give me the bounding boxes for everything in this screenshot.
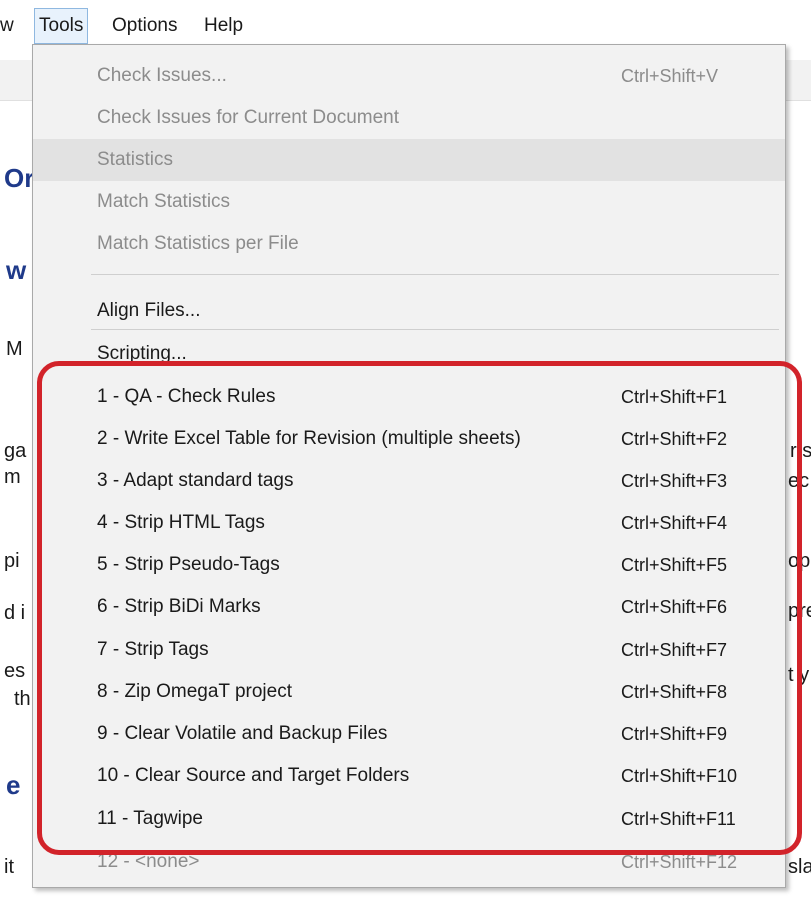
menu-item-label: 12 - <none> — [97, 851, 200, 872]
menu-item-label: Check Issues for Current Document — [97, 107, 400, 128]
background-text-fragment: sla — [788, 856, 811, 878]
background-text-fragment: pi — [4, 550, 20, 572]
menu-item-label: Statistics — [97, 149, 174, 170]
background-text-fragment: es — [4, 660, 26, 682]
menu-item-script-4[interactable]: 4 - Strip HTML Tags Ctrl+Shift+F4 — [33, 502, 785, 544]
menu-item-script-5[interactable]: 5 - Strip Pseudo-Tags Ctrl+Shift+F5 — [33, 544, 785, 586]
menu-item-shortcut: Ctrl+Shift+F5 — [621, 555, 728, 575]
menu-item-script-11[interactable]: 11 - Tagwipe Ctrl+Shift+F11 — [33, 798, 785, 840]
menu-item-shortcut: Ctrl+Shift+F8 — [621, 682, 728, 702]
background-text-fragment: d i — [4, 602, 26, 624]
menu-item-match-statistics-per-file[interactable]: Match Statistics per File — [33, 223, 785, 265]
background-text-fragment: pre — [788, 600, 811, 622]
background-text-fragment: op — [788, 550, 811, 572]
menu-item-script-8[interactable]: 8 - Zip OmegaT project Ctrl+Shift+F8 — [33, 671, 785, 713]
menu-item-statistics[interactable]: Statistics — [33, 139, 785, 181]
menu-item-label: 3 - Adapt standard tags — [97, 470, 294, 491]
menu-item-label: 6 - Strip BiDi Marks — [97, 596, 261, 617]
menu-item-scripting[interactable]: Scripting... — [33, 333, 785, 375]
menu-item-label: Align Files... — [97, 300, 201, 321]
background-text-fragment: ga — [4, 440, 27, 462]
background-heading-fragment: w — [6, 255, 27, 285]
background-heading-fragment: e — [6, 770, 21, 800]
menu-item-label: 9 - Clear Volatile and Backup Files — [97, 723, 388, 744]
menu-options[interactable]: Options — [108, 9, 181, 43]
menu-item-script-1[interactable]: 1 - QA - Check Rules Ctrl+Shift+F1 — [33, 376, 785, 418]
menu-item-label: 1 - QA - Check Rules — [97, 386, 276, 407]
background-text-fragment: r s — [790, 440, 811, 462]
menu-separator — [91, 329, 779, 330]
menu-tools[interactable]: Tools — [34, 8, 89, 44]
menu-item-script-12[interactable]: 12 - <none> Ctrl+Shift+F12 — [33, 841, 785, 883]
tools-dropdown-menu: Check Issues... Ctrl+Shift+V Check Issue… — [32, 44, 786, 888]
menu-item-script-10[interactable]: 10 - Clear Source and Target Folders Ctr… — [33, 755, 785, 797]
menu-item-label: 8 - Zip OmegaT project — [97, 681, 293, 702]
menu-item-script-2[interactable]: 2 - Write Excel Table for Revision (mult… — [33, 418, 785, 460]
background-text-fragment: ec — [788, 470, 810, 492]
menu-view-fragment[interactable]: w — [0, 9, 18, 43]
menu-item-shortcut: Ctrl+Shift+F9 — [621, 724, 728, 744]
menu-item-check-issues[interactable]: Check Issues... Ctrl+Shift+V — [33, 55, 785, 97]
menu-item-match-statistics[interactable]: Match Statistics — [33, 181, 785, 223]
menu-item-shortcut: Ctrl+Shift+F11 — [621, 809, 736, 829]
menu-item-script-9[interactable]: 9 - Clear Volatile and Backup Files Ctrl… — [33, 713, 785, 755]
menu-item-script-3[interactable]: 3 - Adapt standard tags Ctrl+Shift+F3 — [33, 460, 785, 502]
menu-item-label: 10 - Clear Source and Target Folders — [97, 765, 410, 786]
background-text-fragment: m — [4, 466, 21, 488]
menu-item-shortcut: Ctrl+Shift+F10 — [621, 766, 738, 786]
menu-item-label: 2 - Write Excel Table for Revision (mult… — [97, 428, 521, 449]
menu-item-shortcut: Ctrl+Shift+F1 — [621, 387, 728, 407]
menu-item-script-6[interactable]: 6 - Strip BiDi Marks Ctrl+Shift+F6 — [33, 586, 785, 628]
menu-item-label: 5 - Strip Pseudo-Tags — [97, 554, 280, 575]
menu-item-shortcut: Ctrl+Shift+F6 — [621, 597, 728, 617]
menu-item-label: Match Statistics — [97, 191, 231, 212]
menu-separator — [91, 274, 779, 275]
menu-item-label: 7 - Strip Tags — [97, 639, 209, 660]
menu-item-check-issues-current[interactable]: Check Issues for Current Document — [33, 97, 785, 139]
menu-item-label: 11 - Tagwipe — [97, 808, 203, 829]
menu-item-label: Check Issues... — [97, 65, 227, 86]
menu-item-shortcut: Ctrl+Shift+F2 — [621, 429, 728, 449]
background-text-fragment: it — [4, 856, 14, 878]
menu-item-shortcut: Ctrl+Shift+F3 — [621, 471, 728, 491]
menu-item-script-7[interactable]: 7 - Strip Tags Ctrl+Shift+F7 — [33, 629, 785, 671]
background-heading-fragment: Or — [4, 163, 35, 193]
menu-item-shortcut: Ctrl+Shift+F4 — [621, 513, 728, 533]
menu-item-shortcut: Ctrl+Shift+F7 — [621, 640, 728, 660]
menu-item-shortcut: Ctrl+Shift+F12 — [621, 852, 738, 872]
menu-item-label: 4 - Strip HTML Tags — [97, 512, 265, 533]
background-text-fragment: th — [14, 688, 31, 710]
background-text-fragment: t y — [788, 664, 810, 686]
menu-item-align-files[interactable]: Align Files... — [33, 290, 785, 332]
menu-help[interactable]: Help — [200, 9, 247, 43]
menu-item-shortcut: Ctrl+Shift+V — [621, 66, 719, 86]
menu-item-label: Match Statistics per File — [97, 233, 299, 254]
menu-bar: w Tools Options Help — [0, 0, 811, 45]
background-text-fragment: M — [6, 338, 23, 360]
menu-item-label: Scripting... — [97, 343, 187, 364]
